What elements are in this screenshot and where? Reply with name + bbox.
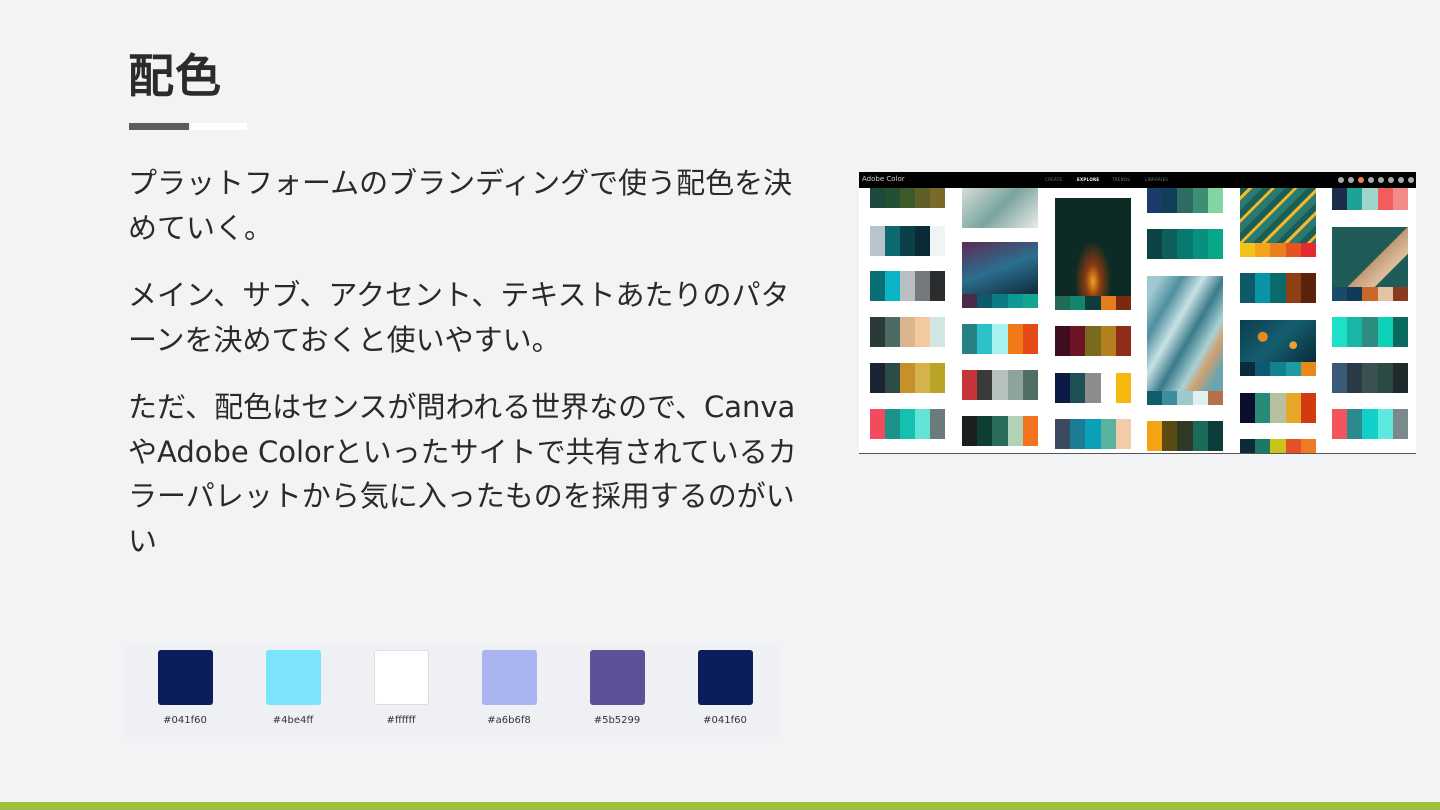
palette-thumb <box>870 271 945 301</box>
paragraph-3: ただ、配色はセンスが問われる世界なので、CanvaやAdobe Colorといっ… <box>128 390 797 558</box>
palette-thumb <box>1240 273 1317 303</box>
palette-photo <box>1240 188 1316 243</box>
screenshot-header-icons <box>1338 177 1414 183</box>
screenshot-nav-create: CREATE <box>1045 177 1063 182</box>
screenshot-nav-trends: TRENDS <box>1112 177 1131 182</box>
palette-thumb <box>870 226 945 256</box>
palette-thumb <box>1147 391 1224 405</box>
palette-thumb <box>870 188 945 208</box>
swatch-hex-label: #ffffff <box>386 715 416 726</box>
accent-bottom-bar <box>0 802 1440 810</box>
palette-photo <box>962 188 1038 228</box>
swatch-hex-label: #4be4ff <box>272 715 314 726</box>
palette-swatch: #a6b6f8 <box>455 650 563 726</box>
title-underline-light <box>191 123 247 130</box>
palette-photo <box>1147 276 1223 391</box>
palette-thumb <box>1240 243 1317 257</box>
swatch-chip[interactable] <box>481 650 537 705</box>
swatch-chip[interactable] <box>373 650 429 705</box>
palette-photo <box>1240 320 1316 362</box>
palette-thumb <box>962 294 1039 308</box>
palette-swatch: #4be4ff <box>239 650 347 726</box>
swatch-hex-label: #041f60 <box>163 715 207 726</box>
paragraph-2: メイン、サブ、アクセント、テキストあたりのパターンを決めておくと使いやすい。 <box>128 278 790 357</box>
screenshot-app-name: Adobe Color <box>862 175 905 183</box>
palette-thumb <box>1055 296 1132 310</box>
palette-thumb <box>1240 393 1317 423</box>
palette-thumb <box>962 370 1039 400</box>
swatch-chip[interactable] <box>157 650 213 705</box>
palette-thumb <box>1332 287 1409 301</box>
screenshot-nav-libraries: LIBRARIES <box>1145 177 1169 182</box>
palette-swatch: #ffffff <box>347 650 455 726</box>
swatch-chip[interactable] <box>589 650 645 705</box>
palette-thumb <box>1147 188 1224 213</box>
palette-thumb <box>962 416 1039 446</box>
screenshot-nav-explore: EXPLORE <box>1077 177 1100 182</box>
swatch-hex-label: #a6b6f8 <box>487 715 531 726</box>
adobe-color-screenshot: Adobe Color CREATE EXPLORE TRENDS LIBRAR… <box>859 172 1416 454</box>
palette-thumb <box>962 324 1039 354</box>
swatch-chip[interactable] <box>697 650 753 705</box>
palette-thumb <box>870 409 945 439</box>
color-palette: #041f60 #4be4ff #ffffff #a6b6f8 #5b5299 … <box>124 645 780 737</box>
page-title: 配色 <box>128 49 222 103</box>
screenshot-header-bar: Adobe Color CREATE EXPLORE TRENDS LIBRAR… <box>859 172 1416 188</box>
palette-swatch: #5b5299 <box>563 650 671 726</box>
palette-thumb <box>1332 409 1409 439</box>
palette-photo <box>962 242 1038 294</box>
palette-thumb <box>1332 363 1409 393</box>
palette-thumb <box>870 363 945 393</box>
palette-thumb <box>1055 326 1132 356</box>
palette-thumb <box>1332 188 1409 210</box>
paragraph-1: プラットフォームのブランディングで使う配色を決めていく。 <box>128 166 793 245</box>
palette-thumb <box>1332 317 1409 347</box>
swatch-chip[interactable] <box>265 650 321 705</box>
palette-thumb <box>1055 373 1132 403</box>
palette-swatch: #041f60 <box>131 650 239 726</box>
title-underline-dark <box>129 123 189 130</box>
palette-thumb <box>1240 439 1317 453</box>
palette-thumb <box>1147 229 1224 259</box>
swatch-hex-label: #5b5299 <box>593 715 641 726</box>
palette-thumb <box>1147 421 1224 451</box>
palette-photo <box>1332 227 1408 287</box>
palette-photo <box>1055 198 1131 296</box>
palette-thumb <box>1240 362 1317 376</box>
palette-swatch: #041f60 <box>671 650 779 726</box>
palette-thumb <box>870 317 945 347</box>
palette-thumb <box>1055 419 1132 449</box>
body-text: プラットフォームのブランディングで使う配色を決めていく。 メイン、サブ、アクセン… <box>128 161 818 586</box>
swatch-hex-label: #041f60 <box>703 715 747 726</box>
